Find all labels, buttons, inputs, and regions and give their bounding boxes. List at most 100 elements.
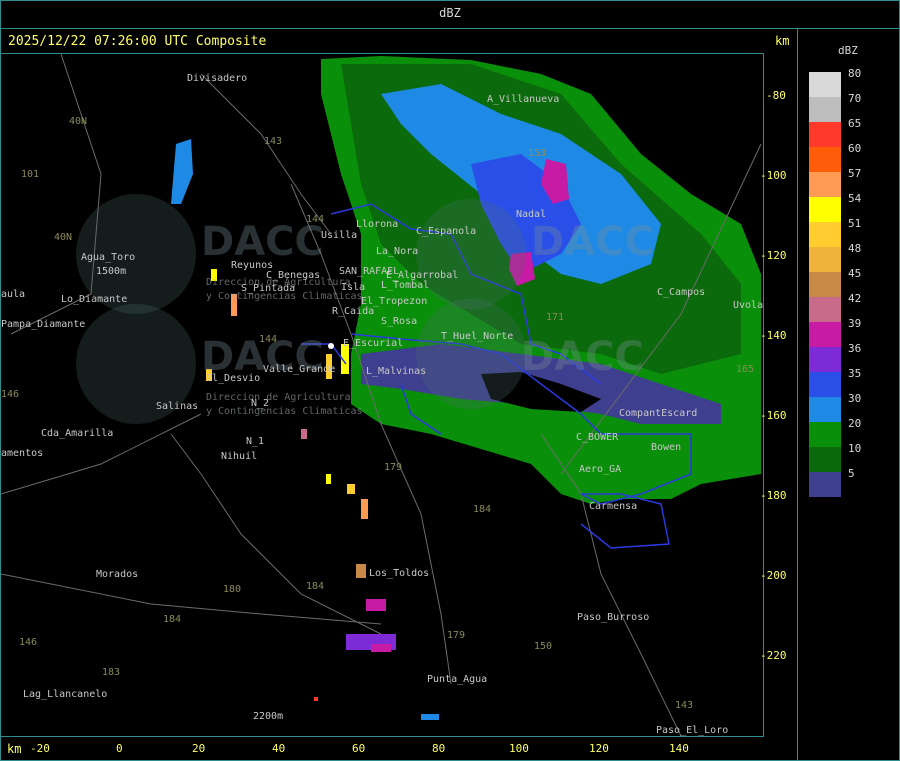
road-165: 165 bbox=[736, 364, 755, 375]
road-184b: 184 bbox=[306, 581, 325, 592]
title-bar: dBZ bbox=[0, 0, 900, 29]
y-tick-m120: -120 bbox=[760, 249, 787, 262]
place-cda-amarilla: Cda_Amarilla bbox=[41, 428, 114, 439]
place-n-2: N_2 bbox=[251, 398, 270, 409]
legend-swatch-65 bbox=[809, 122, 841, 147]
place-elev-1500: 1500m bbox=[96, 266, 127, 277]
place-los-toldos: Los_Toldos bbox=[369, 568, 430, 579]
y-tick-m160: -160 bbox=[760, 409, 787, 422]
legend-label-20: 20 bbox=[848, 417, 862, 430]
watermark-circle-c bbox=[416, 199, 526, 309]
place-carmensa: Carmensa bbox=[589, 501, 638, 512]
legend-label-57: 57 bbox=[848, 167, 862, 180]
legend-label-36: 36 bbox=[848, 342, 862, 355]
y-tick-m200: -200 bbox=[760, 569, 787, 582]
window-title: dBZ bbox=[439, 6, 461, 20]
place-r-caida: R_Caida bbox=[332, 306, 375, 317]
legend-label-39: 39 bbox=[848, 317, 862, 330]
place-c-benegas: C_Benegas bbox=[266, 270, 321, 281]
place-morados: Morados bbox=[96, 569, 139, 580]
road-153: 153 bbox=[528, 148, 547, 159]
legend-swatch-39 bbox=[809, 322, 841, 347]
road-179b: 179 bbox=[447, 630, 466, 641]
legend-label-54: 54 bbox=[848, 192, 862, 205]
panel-divider bbox=[797, 28, 798, 761]
legend-label-35: 35 bbox=[848, 367, 862, 380]
legend-label-48: 48 bbox=[848, 242, 862, 255]
place-punta-agua: Punta_Agua bbox=[427, 674, 488, 685]
place-nadal: Nadal bbox=[516, 209, 547, 220]
place-paso-el-loro: Paso_El_Loro bbox=[656, 725, 729, 736]
place-uvola: Uvola bbox=[733, 300, 764, 311]
radar-site-marker bbox=[328, 343, 334, 349]
legend-labels: 80 70 65 60 57 54 51 48 45 42 39 36 35 30 20 10 5 bbox=[848, 66, 861, 491]
watermark-line1-b: Direccion de Agricultura bbox=[206, 392, 351, 403]
road-180: 180 bbox=[223, 584, 242, 595]
legend-label-30: 30 bbox=[848, 392, 862, 405]
place-elev-2200: 2200m bbox=[253, 711, 284, 722]
road-143b: 143 bbox=[675, 700, 694, 711]
place-paso-burroso: Paso_Burroso bbox=[577, 612, 650, 623]
legend-swatch-42 bbox=[809, 297, 841, 322]
road-40n-a: 40N bbox=[69, 116, 88, 127]
place-divisadero: Divisadero bbox=[187, 73, 248, 84]
legend-label-70: 70 bbox=[848, 92, 862, 105]
legend-label-60: 60 bbox=[848, 142, 862, 155]
y-tick-m220: -220 bbox=[760, 649, 787, 662]
place-usilla: Usilla bbox=[321, 230, 358, 241]
legend-swatch-70 bbox=[809, 97, 841, 122]
place-agua-toro: Agua_Toro bbox=[81, 252, 136, 263]
watermark-line2-b: y Contingencias Climaticas bbox=[206, 406, 363, 417]
legend-label-65: 65 bbox=[848, 117, 862, 130]
y-tick-m140: -140 bbox=[760, 329, 787, 342]
place-aero-ga: Aero_GA bbox=[579, 464, 622, 475]
legend-swatch-48 bbox=[809, 247, 841, 272]
km-unit-label: km bbox=[775, 34, 790, 48]
watermark-circle-d bbox=[416, 299, 526, 409]
place-valle-grande: Valle_Grande bbox=[263, 364, 336, 375]
y-tick-m180: -180 bbox=[760, 489, 787, 502]
legend-label-5: 5 bbox=[848, 467, 855, 480]
road-179: 179 bbox=[384, 462, 403, 473]
road-143: 143 bbox=[264, 136, 283, 147]
road-101: 101 bbox=[21, 169, 40, 180]
place-n-1: N_1 bbox=[246, 436, 265, 447]
watermark-brand-d: DACC bbox=[521, 334, 644, 380]
radar-image bbox=[0, 53, 762, 737]
road-184: 184 bbox=[473, 504, 492, 515]
road-171: 171 bbox=[546, 312, 565, 323]
place-e-escurial: E_Escurial bbox=[343, 338, 404, 349]
legend-swatch-54 bbox=[809, 197, 841, 222]
place-a-villanueva: A_Villanueva bbox=[487, 94, 560, 105]
legend-label-42: 42 bbox=[848, 292, 862, 305]
legend-color-bar bbox=[809, 72, 841, 497]
place-c-campos: C_Campos bbox=[657, 287, 706, 298]
road-40n-b: 40N bbox=[54, 232, 73, 243]
legend-title: dBZ bbox=[838, 44, 858, 57]
place-aula: aula bbox=[1, 289, 26, 300]
road-144: 144 bbox=[259, 334, 278, 345]
x-tick-60: 60 bbox=[352, 742, 366, 755]
place-el-desvio: El_Desvio bbox=[206, 373, 261, 384]
echo-west-cell bbox=[171, 139, 193, 204]
road-146b: 146 bbox=[1, 389, 20, 400]
legend-label-45: 45 bbox=[848, 267, 862, 280]
legend-swatch-51 bbox=[809, 222, 841, 247]
x-tick-0: 0 bbox=[116, 742, 123, 755]
place-c-espanola: C_Espanola bbox=[416, 226, 477, 237]
timestamp-label: 2025/12/22 07:26:00 UTC Composite bbox=[8, 34, 267, 49]
place-l-tombal: L_Tombal bbox=[381, 280, 430, 291]
place-lo-diamante: Lo_Diamante bbox=[61, 294, 128, 305]
place-amentos: amentos bbox=[1, 448, 44, 459]
place-isla: Isla bbox=[341, 282, 366, 293]
place-lag-llancanelo: Lag_Llancanelo bbox=[23, 689, 108, 700]
place-bowen: Bowen bbox=[651, 442, 682, 453]
legend-swatch-5 bbox=[809, 472, 841, 497]
radar-map[interactable]: DACC DACC DACC DACC Direccion de Agricul… bbox=[0, 53, 764, 737]
road-150: 150 bbox=[534, 641, 553, 652]
place-llorona: Llorona bbox=[356, 219, 399, 230]
road-144b: 144 bbox=[306, 214, 325, 225]
place-compant-escard: CompantEscard bbox=[619, 408, 698, 419]
legend-swatch-57 bbox=[809, 172, 841, 197]
place-s-rosa: S_Rosa bbox=[381, 316, 418, 327]
